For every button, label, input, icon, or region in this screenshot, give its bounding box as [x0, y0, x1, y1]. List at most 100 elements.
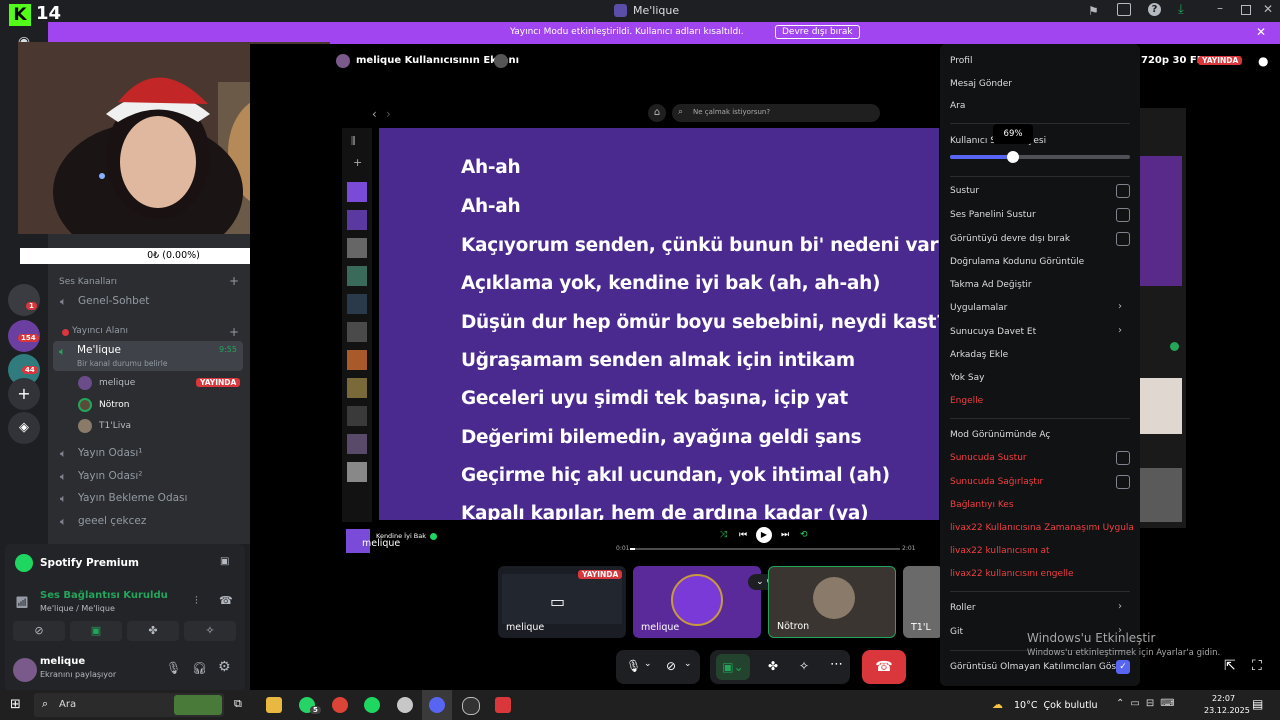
camera-off-icon[interactable]: ⊘	[666, 659, 676, 673]
task-view-icon[interactable]: ⧉	[234, 697, 242, 711]
home-icon[interactable]: ⌂	[648, 104, 666, 122]
screen-icon[interactable]	[1117, 3, 1131, 16]
playlist-cover[interactable]	[347, 434, 367, 454]
previous-icon[interactable]: ⏮︎	[739, 530, 747, 540]
soundboard-icon[interactable]: ✧	[799, 659, 809, 673]
library-icon[interactable]: ⫼	[351, 136, 356, 147]
next-icon[interactable]: ⏭︎	[781, 530, 789, 540]
menu-item-profile[interactable]: Profil	[950, 56, 972, 66]
discord-taskbar-button[interactable]	[422, 690, 452, 720]
channel-stream-room-2[interactable]: Yayın Odası²	[78, 470, 143, 482]
maximize-icon[interactable]	[1241, 5, 1251, 15]
app-icon[interactable]	[397, 697, 413, 713]
participant-tile[interactable]: Nötron	[768, 566, 896, 638]
menu-item-message[interactable]: Mesaj Gönder	[950, 79, 1012, 89]
add-playlist-icon[interactable]: +	[353, 156, 362, 169]
menu-item-invite[interactable]: Sunucuya Davet Et	[950, 327, 1036, 337]
voice-status[interactable]: Ses Bağlantısı Kuruldu	[40, 590, 168, 601]
playlist-cover[interactable]	[347, 182, 367, 202]
category-voice[interactable]: Ses Kanalları	[59, 277, 117, 287]
username[interactable]: melique	[40, 656, 85, 667]
playlist-cover[interactable]	[347, 210, 367, 230]
taskbar-search[interactable]: ⌕ Ara	[34, 693, 224, 717]
menu-item-roles[interactable]: Roller	[950, 603, 976, 613]
discover-icon[interactable]: ◈	[8, 412, 40, 444]
repeat-icon[interactable]: ⟲	[800, 530, 808, 540]
fullscreen-icon[interactable]: ⛶	[1252, 658, 1262, 674]
channel-general[interactable]: Genel-Sohbet	[78, 295, 149, 307]
tray-icons[interactable]: ⌃▭⊟⌨	[1116, 698, 1181, 709]
playlist-cover[interactable]	[347, 266, 367, 286]
channel-stream-room-1[interactable]: Yayın Odası¹	[78, 447, 143, 459]
category-streamer[interactable]: Yayıncı Alanı	[72, 326, 128, 336]
chrome-icon[interactable]	[332, 697, 348, 713]
menu-item-ignore[interactable]: Yok Say	[950, 373, 984, 383]
noise-icon[interactable]: ⫶	[195, 594, 198, 608]
menu-item-mod-view[interactable]: Mod Görünümünde Aç	[950, 430, 1050, 440]
playlist-cover[interactable]	[347, 294, 367, 314]
menu-item-timeout[interactable]: livax22 Kullanıcısına Zamanaşımı Uygula	[950, 523, 1134, 533]
mute-soundboard-checkbox[interactable]	[1116, 208, 1130, 222]
channel-status[interactable]: Bir kanal durumu belirle	[77, 359, 167, 368]
menu-item-server-mute[interactable]: Sunucuda Sustur	[950, 453, 1027, 463]
channel-geeel[interactable]: geeel çekcez	[78, 515, 146, 527]
playlist-cover[interactable]	[347, 378, 367, 398]
channel-waiting-room[interactable]: Yayın Bekleme Odası	[78, 492, 187, 504]
menu-item-kick[interactable]: livax22 kullanıcısını at	[950, 546, 1050, 556]
menu-item-go[interactable]: Git	[950, 627, 963, 637]
server-deafen-checkbox[interactable]	[1116, 475, 1130, 489]
menu-item-apps[interactable]: Uygulamalar	[950, 303, 1007, 313]
show-nonvideo-checkbox[interactable]: ✓	[1116, 660, 1130, 674]
progress-track[interactable]	[630, 548, 900, 550]
volume-knob[interactable]	[1007, 151, 1019, 163]
stop-share-button[interactable]: ▣⌄	[716, 654, 750, 680]
disconnect-icon[interactable]: ☎︎	[219, 594, 233, 607]
server-icon[interactable]	[8, 284, 40, 316]
spotify-close-icon[interactable]: ▣	[220, 556, 229, 567]
mic-icon[interactable]: 🎙︎	[626, 659, 641, 673]
participant-tile[interactable]: YAYINDA ▭ melique	[498, 566, 626, 638]
server-mute-checkbox[interactable]	[1116, 451, 1130, 465]
more-icon[interactable]: ⋯	[830, 657, 843, 672]
add-channel-icon[interactable]: +	[229, 274, 239, 288]
menu-item-mute[interactable]: Sustur	[950, 186, 979, 196]
participant-tile[interactable]: melique	[633, 566, 761, 638]
member-name[interactable]: T1'Liva	[99, 421, 131, 431]
add-channel-icon[interactable]: +	[229, 325, 239, 339]
playlist-cover[interactable]	[347, 350, 367, 370]
menu-item-mute-soundboard[interactable]: Ses Panelini Sustur	[950, 210, 1036, 220]
menu-item-add-friend[interactable]: Arkadaş Ekle	[950, 350, 1008, 360]
headphones-icon[interactable]: 🎧︎	[192, 661, 207, 675]
close-icon[interactable]: ✕	[1263, 2, 1273, 16]
mute-checkbox[interactable]	[1116, 184, 1130, 198]
weather-text[interactable]: 10°C Çok bulutlu	[1014, 700, 1098, 711]
activities-button[interactable]: ✤	[127, 621, 179, 641]
liked-icon[interactable]	[430, 533, 437, 540]
mic-options-icon[interactable]: ⌄	[644, 659, 652, 669]
disable-streamer-mode-button[interactable]: Devre dışı bırak	[775, 25, 860, 39]
minimize-icon[interactable]: –	[1217, 1, 1223, 15]
activities-icon[interactable]: ✤	[768, 659, 778, 673]
menu-item-block[interactable]: Engelle	[950, 396, 983, 406]
windows-start-icon[interactable]: ⊞	[10, 697, 21, 712]
forward-icon[interactable]: ›	[386, 107, 391, 121]
app-icon[interactable]	[462, 697, 480, 715]
chat-icon[interactable]: ●	[1258, 54, 1268, 68]
camera-options-icon[interactable]: ⌄	[684, 659, 692, 669]
menu-item-verification-code[interactable]: Doğrulama Kodunu Görüntüle	[950, 257, 1084, 267]
menu-item-ban[interactable]: livax22 kullanıcısını engelle	[950, 569, 1074, 579]
avatar[interactable]	[13, 658, 37, 682]
shuffle-icon[interactable]: ⤨	[720, 530, 727, 540]
file-explorer-icon[interactable]	[266, 697, 282, 713]
leave-call-button[interactable]: ☎︎	[862, 650, 906, 684]
playlist-cover[interactable]	[347, 406, 367, 426]
menu-item-disconnect[interactable]: Bağlantıyı Kes	[950, 500, 1014, 510]
member-name[interactable]: melique	[99, 378, 135, 388]
volume-slider[interactable]	[950, 151, 1130, 163]
play-button[interactable]: ▶	[756, 527, 772, 543]
spotify-taskbar-icon[interactable]	[364, 697, 380, 713]
disable-video-checkbox[interactable]	[1116, 232, 1130, 246]
popout-icon[interactable]: ⇱	[1224, 658, 1236, 674]
participant-tile[interactable]: T1'L	[903, 566, 943, 638]
search-input[interactable]: ⌕ Ne çalmak istiyorsun?	[672, 104, 880, 122]
